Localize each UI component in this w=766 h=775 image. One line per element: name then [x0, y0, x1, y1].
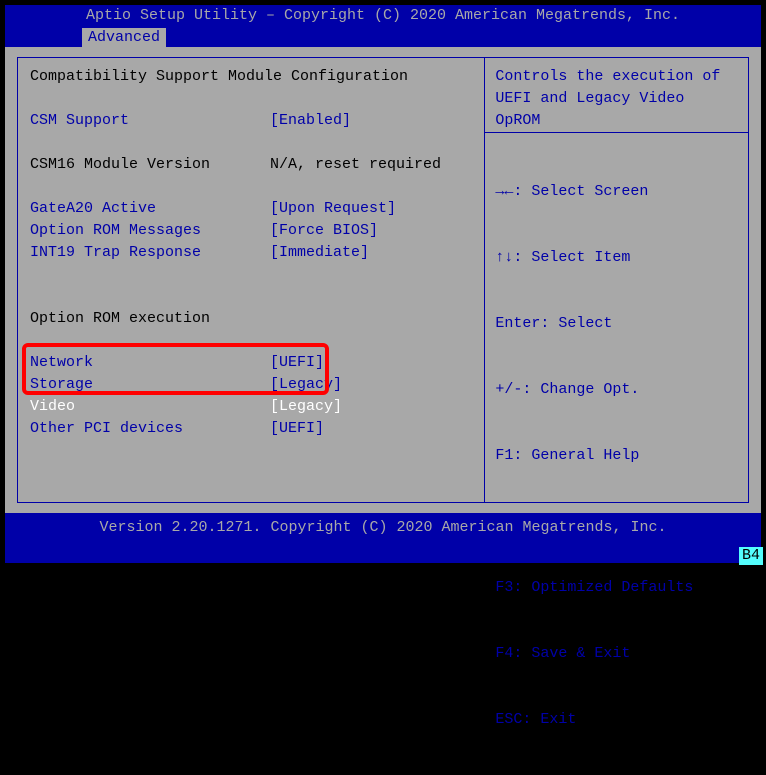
setting-storage[interactable]: Storage [Legacy]: [30, 374, 472, 396]
setting-gatea20[interactable]: GateA20 Active [Upon Request]: [30, 198, 472, 220]
content-area: Compatibility Support Module Configurati…: [5, 47, 761, 513]
label: INT19 Trap Response: [30, 242, 270, 264]
nav-select-screen: →←: Select Screen: [495, 181, 738, 203]
setting-option-rom-messages[interactable]: Option ROM Messages [Force BIOS]: [30, 220, 472, 242]
label: Option ROM Messages: [30, 220, 270, 242]
subsection-title: Option ROM execution: [30, 308, 472, 330]
nav-change-opt: +/-: Change Opt.: [495, 379, 738, 401]
help-text: Controls the execution of UEFI and Legac…: [495, 66, 738, 132]
nav-enter: Enter: Select: [495, 313, 738, 335]
value: [Upon Request]: [270, 198, 472, 220]
section-title: Compatibility Support Module Configurati…: [30, 66, 472, 88]
label: Video: [30, 396, 270, 418]
setting-csm16-version: CSM16 Module Version N/A, reset required: [30, 154, 472, 176]
section-title-text: Compatibility Support Module Configurati…: [30, 66, 408, 88]
nav-f3: F3: Optimized Defaults: [495, 577, 738, 599]
nav-help: →←: Select Screen ↑↓: Select Item Enter:…: [495, 137, 738, 775]
header-bar: Aptio Setup Utility – Copyright (C) 2020…: [5, 5, 761, 47]
footer-bar: Version 2.20.1271. Copyright (C) 2020 Am…: [5, 513, 761, 563]
value: [UEFI]: [270, 418, 472, 440]
value: [Legacy]: [270, 374, 472, 396]
setting-other-pci[interactable]: Other PCI devices [UEFI]: [30, 418, 472, 440]
nav-esc: ESC: Exit: [495, 709, 738, 731]
nav-select-item: ↑↓: Select Item: [495, 247, 738, 269]
setting-video[interactable]: Video [Legacy]: [30, 396, 472, 418]
label: CSM16 Module Version: [30, 154, 270, 176]
nav-f1: F1: General Help: [495, 445, 738, 467]
value: [Force BIOS]: [270, 220, 472, 242]
setting-csm-support[interactable]: CSM Support [Enabled]: [30, 110, 472, 132]
value: [Enabled]: [270, 110, 472, 132]
divider: [485, 132, 748, 133]
tab-advanced[interactable]: Advanced: [81, 27, 167, 47]
footer-text: Version 2.20.1271. Copyright (C) 2020 Am…: [5, 513, 761, 536]
label: Other PCI devices: [30, 418, 270, 440]
value: [Immediate]: [270, 242, 472, 264]
bios-frame: Aptio Setup Utility – Copyright (C) 2020…: [3, 3, 763, 565]
label: GateA20 Active: [30, 198, 270, 220]
setting-network[interactable]: Network [UEFI]: [30, 352, 472, 374]
subsection-title-text: Option ROM execution: [30, 308, 210, 330]
corner-badge: B4: [739, 547, 763, 565]
value: N/A, reset required: [270, 154, 472, 176]
value: [UEFI]: [270, 352, 472, 374]
value: [Legacy]: [270, 396, 472, 418]
settings-panel: Compatibility Support Module Configurati…: [17, 57, 485, 503]
nav-f4: F4: Save & Exit: [495, 643, 738, 665]
label: CSM Support: [30, 110, 270, 132]
label: Network: [30, 352, 270, 374]
label: Storage: [30, 374, 270, 396]
setting-int19-trap[interactable]: INT19 Trap Response [Immediate]: [30, 242, 472, 264]
help-panel: Controls the execution of UEFI and Legac…: [485, 57, 749, 503]
header-title: Aptio Setup Utility – Copyright (C) 2020…: [5, 6, 761, 25]
